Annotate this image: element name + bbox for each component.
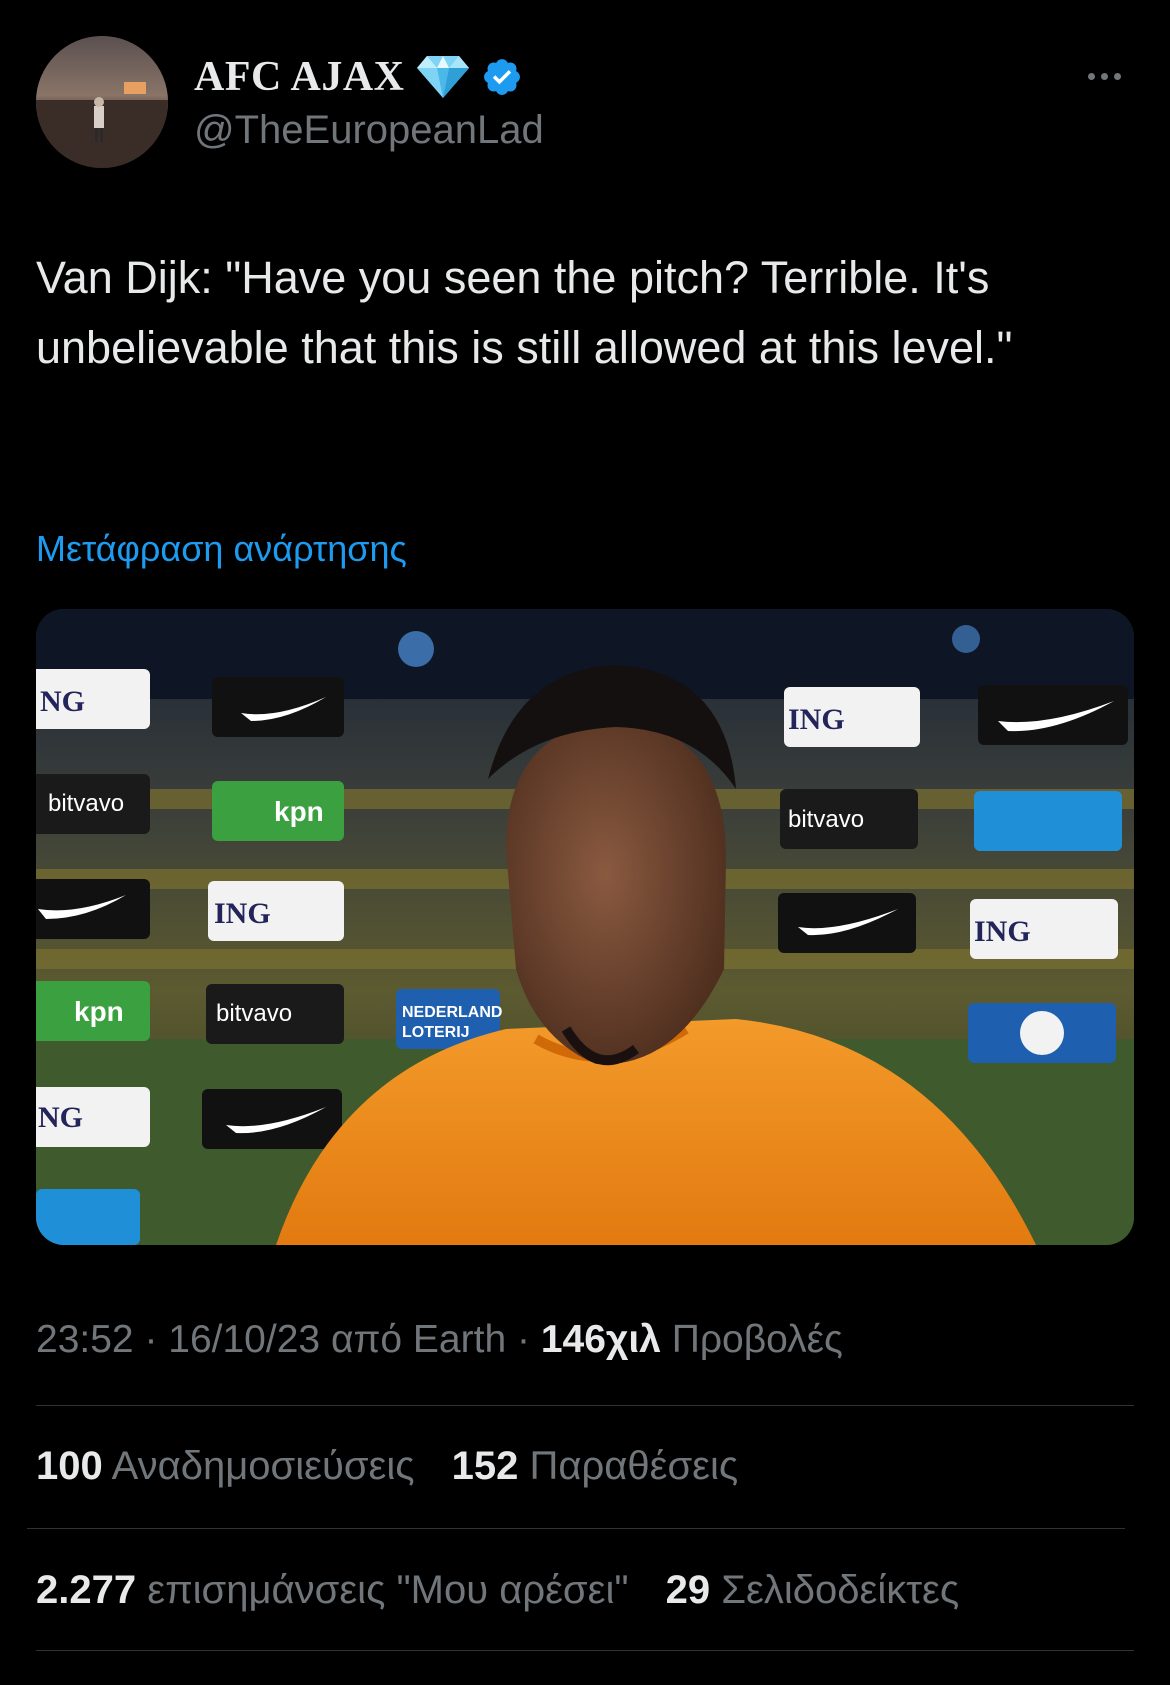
display-name-text[interactable]: AFC AJAX [194, 53, 405, 101]
diamond-icon [415, 54, 471, 100]
likes-stat[interactable]: 2.277 επισημάνσεις "Μου αρέσει" [36, 1568, 629, 1612]
meta-separator: · [506, 1318, 541, 1361]
bookmarks-stat[interactable]: 29 Σελιδοδείκτες [666, 1568, 959, 1612]
views-label: Προβολές [671, 1318, 843, 1361]
svg-text:ING: ING [974, 915, 1031, 948]
more-dot-icon [1100, 72, 1108, 80]
reposts-stat[interactable]: 100 Αναδημοσιεύσεις [36, 1444, 415, 1488]
svg-text:bitvavo: bitvavo [216, 1000, 292, 1027]
likes-count: 2.277 [36, 1568, 137, 1612]
svg-text:kpn: kpn [274, 796, 324, 827]
reposts-label: Αναδημοσιεύσεις [111, 1444, 415, 1488]
quotes-stat[interactable]: 152 Παραθέσεις [452, 1444, 739, 1488]
likes-label: επισημάνσεις "Μου αρέσει" [147, 1568, 629, 1612]
avatar[interactable] [36, 36, 168, 168]
verified-badge-icon[interactable] [481, 56, 523, 98]
svg-text:NEDERLAND: NEDERLAND [402, 1004, 502, 1021]
tweet-text: Van Dijk: "Have you seen the pitch? Terr… [36, 252, 1013, 373]
interview-photo: NG bitvavo kpn ING kpn bitvavo NG NEDERL… [36, 609, 1134, 1245]
quotes-count: 152 [451, 1444, 519, 1488]
translate-post-link[interactable]: Μετάφραση ανάρτησης [36, 528, 407, 570]
tweet-metadata: 23:52 · 16/10/23 από Earth · 146χιλ Προβ… [36, 1318, 843, 1362]
reposts-count: 100 [36, 1444, 103, 1488]
tweet-date[interactable]: 16/10/23 [168, 1318, 320, 1361]
more-dot-icon [1113, 72, 1121, 80]
more-options-button[interactable] [1074, 56, 1134, 96]
svg-text:kpn: kpn [74, 996, 124, 1027]
svg-text:NG: NG [40, 685, 85, 718]
divider [36, 1405, 1134, 1406]
svg-text:NG: NG [38, 1101, 83, 1134]
svg-text:bitvavo: bitvavo [788, 806, 864, 833]
bookmarks-count: 29 [665, 1568, 711, 1612]
divider [36, 1650, 1134, 1651]
tweet-source: από Earth [330, 1318, 507, 1361]
display-name[interactable]: AFC AJAX [194, 50, 523, 104]
tweet-time[interactable]: 23:52 [36, 1318, 134, 1361]
tweet-media-image[interactable]: NG bitvavo kpn ING kpn bitvavo NG NEDERL… [36, 609, 1134, 1245]
handle[interactable]: @TheEuropeanLad [194, 108, 544, 153]
svg-text:LOTERIJ: LOTERIJ [402, 1024, 470, 1041]
svg-text:ING: ING [788, 703, 845, 736]
tweet-header: AFC AJAX @TheEuropeanLad [36, 36, 1134, 170]
engagement-row-reposts: 100 Αναδημοσιεύσεις 152 Παραθέσεις [36, 1444, 764, 1489]
svg-text:ING: ING [214, 897, 271, 930]
more-dot-icon [1087, 72, 1095, 80]
avatar-image [36, 36, 168, 168]
engagement-row-likes: 2.277 επισημάνσεις "Μου αρέσει" 29 Σελιδ… [36, 1568, 985, 1613]
views-count[interactable]: 146χιλ [541, 1318, 661, 1361]
svg-text:bitvavo: bitvavo [48, 790, 124, 817]
quotes-label: Παραθέσεις [529, 1444, 739, 1488]
divider [27, 1528, 1125, 1529]
meta-separator: · [133, 1318, 169, 1361]
bookmarks-label: Σελιδοδείκτες [721, 1568, 960, 1612]
